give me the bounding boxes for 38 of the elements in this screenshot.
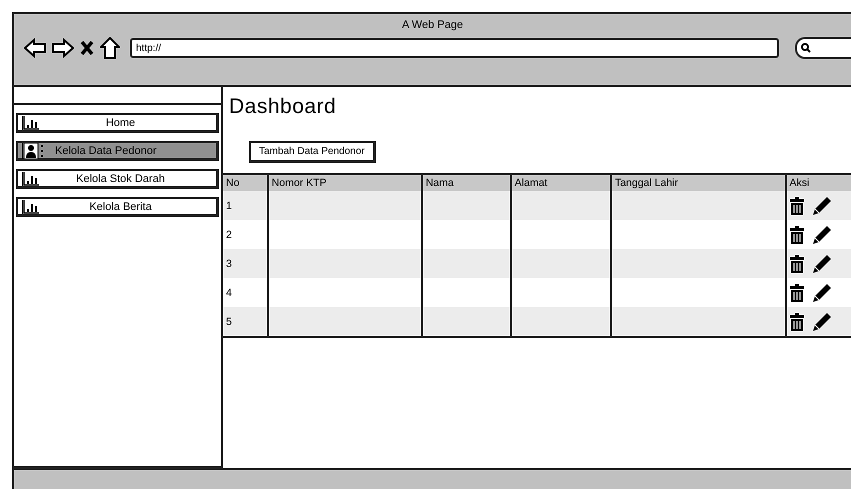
search-icon: [801, 43, 811, 53]
trash-icon[interactable]: [790, 254, 804, 272]
sidebar-item[interactable]: Kelola Stok Darah: [16, 169, 219, 189]
column-header: Alamat: [510, 174, 611, 191]
search-field[interactable]: [795, 37, 851, 59]
column-header: Nomor KTP: [268, 174, 422, 191]
pencil-icon[interactable]: [812, 254, 832, 274]
sidebar-item[interactable]: Home: [16, 113, 219, 133]
bar-chart-icon: [22, 172, 39, 186]
pencil-icon[interactable]: [812, 312, 832, 332]
trash-icon[interactable]: [790, 226, 804, 244]
close-icon[interactable]: [80, 40, 94, 56]
add-button[interactable]: Tambah Data Pendonor: [249, 141, 376, 163]
forward-icon[interactable]: [52, 38, 74, 58]
pencil-icon[interactable]: [812, 196, 832, 216]
person-icon: [22, 142, 45, 158]
column-header: Nama: [422, 174, 511, 191]
table-cell: 2: [223, 220, 268, 249]
address-field[interactable]: http://: [130, 38, 779, 58]
page-title: Dashboard: [229, 95, 338, 119]
table-cell: 1: [223, 191, 268, 220]
trash-icon[interactable]: [790, 312, 804, 330]
bar-chart-icon: [22, 200, 39, 214]
sidebar-item[interactable]: Kelola Data Pedonor: [16, 141, 219, 161]
trash-icon[interactable]: [790, 196, 804, 214]
pencil-icon[interactable]: [812, 282, 832, 302]
window-title: A Web Page: [402, 19, 463, 31]
pencil-icon[interactable]: [812, 224, 832, 244]
trash-icon[interactable]: [790, 284, 804, 302]
column-header: Aksi: [786, 174, 851, 191]
bar-chart-icon: [22, 116, 39, 130]
column-header: No: [223, 174, 268, 191]
table-cell: 5: [223, 307, 268, 337]
column-header: Tanggal Lahir: [610, 174, 786, 191]
back-icon[interactable]: [24, 38, 46, 58]
sidebar-item[interactable]: Kelola Berita: [16, 197, 219, 217]
table-cell: 3: [223, 249, 268, 278]
table-cell: 4: [223, 278, 268, 307]
